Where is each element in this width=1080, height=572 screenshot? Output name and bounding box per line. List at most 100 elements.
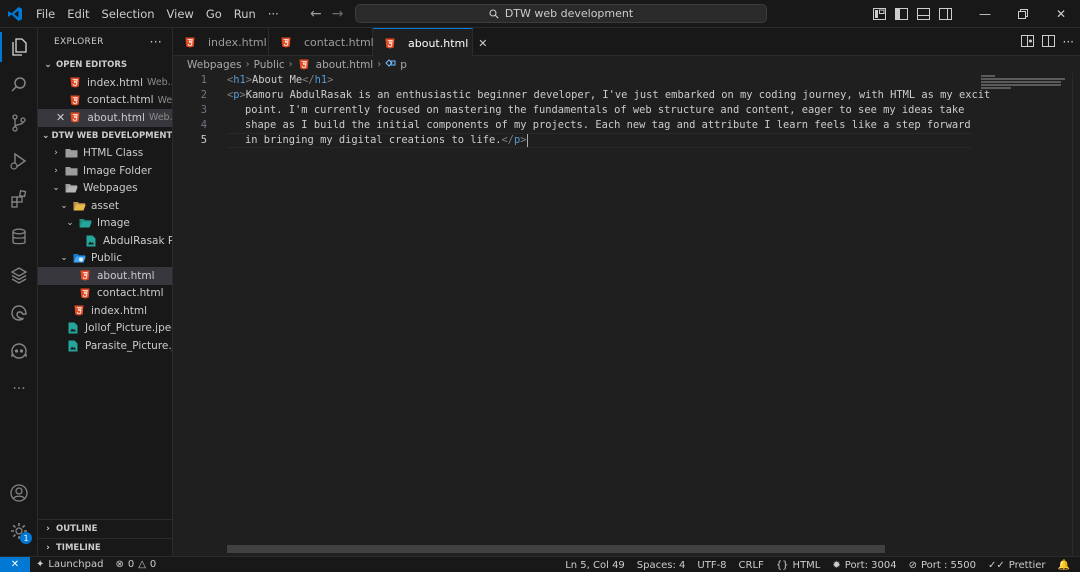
prettier-item[interactable]: ✓✓ Prettier <box>982 557 1052 572</box>
command-center-search[interactable]: DTW web development <box>355 4 767 23</box>
account-icon[interactable] <box>0 474 38 512</box>
encoding[interactable]: UTF-8 <box>691 557 732 572</box>
code-content: <p>Kamoru AbdulRasak is an enthusiastic … <box>227 89 991 101</box>
tab-index-html[interactable]: index.html <box>173 28 269 56</box>
launchpad-item[interactable]: ✦ Launchpad <box>30 557 109 572</box>
status-bar: ✕ ✦ Launchpad ⊗ 0 △ 0 Ln 5, Col 49 Space… <box>0 556 1080 572</box>
menu-run[interactable]: Run <box>228 0 262 28</box>
toggle-primary-sidebar-icon[interactable] <box>890 0 912 28</box>
forward-arrow-icon[interactable]: → <box>332 6 344 22</box>
html-file-icon <box>279 35 293 49</box>
port-3004-item[interactable]: ✹ Port: 3004 <box>826 557 902 572</box>
extensions-icon[interactable] <box>0 180 38 218</box>
remote-indicator-icon[interactable]: ✕ <box>0 556 30 572</box>
tree-folder-public[interactable]: ⌄ Public <box>38 250 172 268</box>
tree-file-contact-html[interactable]: contact.html <box>38 285 172 303</box>
tree-folder-image-folder[interactable]: › Image Folder <box>38 162 172 180</box>
source-control-icon[interactable] <box>0 104 38 142</box>
menu-edit[interactable]: Edit <box>61 0 95 28</box>
html-file-icon <box>78 286 92 300</box>
open-editor-item[interactable]: contact.html We... <box>38 92 172 110</box>
search-icon[interactable] <box>0 66 38 104</box>
error-icon: ⊗ <box>115 559 124 570</box>
explorer-icon[interactable] <box>0 28 38 66</box>
open-preview-icon[interactable] <box>1020 34 1034 50</box>
toggle-secondary-sidebar-icon[interactable] <box>934 0 956 28</box>
chevron-down-icon: ⌄ <box>66 218 74 229</box>
menu-view[interactable]: View <box>161 0 200 28</box>
menu-selection[interactable]: Selection <box>96 0 161 28</box>
warning-icon: △ <box>138 559 146 570</box>
close-window-icon[interactable]: ✕ <box>1042 0 1080 28</box>
cursor-position[interactable]: Ln 5, Col 49 <box>559 557 631 572</box>
end-of-line[interactable]: CRLF <box>733 557 770 572</box>
problems-item[interactable]: ⊗ 0 △ 0 <box>109 557 162 572</box>
tab-contact-html[interactable]: contact.html <box>269 28 374 56</box>
edge-browser-icon[interactable] <box>0 294 38 332</box>
explorer-more-icon[interactable]: ··· <box>150 35 162 49</box>
breadcrumb-p-element[interactable]: p <box>400 59 407 71</box>
tab-about-html[interactable]: about.html ✕ <box>373 28 488 57</box>
tree-file-about-html[interactable]: about.html <box>38 267 172 285</box>
tree-folder-asset[interactable]: ⌄ asset <box>38 197 172 215</box>
open-editor-item[interactable]: index.html Web... <box>38 74 172 92</box>
vscode-logo-icon <box>0 0 30 28</box>
indentation[interactable]: Spaces: 4 <box>631 557 692 572</box>
editor-tab-bar: index.html contact.html about.html ✕ ··· <box>173 28 1080 57</box>
open-editors-header[interactable]: ⌄ OPEN EDITORS <box>38 56 172 74</box>
tree-file-abdulrasak-picture[interactable]: AbdulRasak P... <box>38 232 172 250</box>
outline-header[interactable]: › OUTLINE <box>38 520 173 538</box>
language-mode[interactable]: {} HTML <box>770 557 827 572</box>
menu-file[interactable]: File <box>30 0 61 28</box>
breadcrumb-public[interactable]: Public <box>254 59 285 71</box>
code-content: in bringing my digital creations to life… <box>245 133 528 147</box>
tree-file-jollof-picture[interactable]: Jollof_Picture.jpeg <box>38 320 172 338</box>
back-arrow-icon[interactable]: ← <box>310 6 322 22</box>
code-editor[interactable]: 1 <h1>About Me</h1> 2 <p>Kamoru AbdulRas… <box>173 73 1080 556</box>
stack-layers-icon[interactable] <box>0 256 38 294</box>
chevron-down-icon: ⌄ <box>60 200 68 211</box>
search-icon <box>489 8 499 19</box>
vertical-scrollbar[interactable] <box>1072 73 1080 556</box>
tree-folder-html-class[interactable]: › HTML Class <box>38 145 172 163</box>
minimap[interactable] <box>981 73 1071 133</box>
activity-bar: ··· 1 <box>0 28 38 556</box>
breadcrumb-about-html[interactable]: about.html <box>316 59 374 71</box>
run-debug-icon[interactable] <box>0 142 38 180</box>
sidebar-bottom-sections: › OUTLINE › TIMELINE <box>38 519 173 556</box>
database-icon[interactable] <box>0 218 38 256</box>
project-folder-header[interactable]: ⌄ DTW WEB DEVELOPMENT <box>38 127 172 145</box>
timeline-header[interactable]: › TIMELINE <box>38 538 173 556</box>
minimize-icon[interactable]: — <box>966 0 1004 28</box>
breadcrumb-webpages[interactable]: Webpages <box>187 59 242 71</box>
tree-folder-webpages[interactable]: ⌄ Webpages <box>38 180 172 198</box>
customize-layout-icon[interactable] <box>868 0 890 28</box>
explorer-header: EXPLORER ··· <box>38 28 172 56</box>
tree-folder-image[interactable]: ⌄ Image <box>38 215 172 233</box>
line-number: 3 <box>200 104 207 116</box>
line-number: 2 <box>200 89 207 101</box>
split-editor-icon[interactable] <box>1041 34 1055 50</box>
more-actions-icon[interactable]: ··· <box>1063 35 1074 49</box>
chevron-down-icon: ⌄ <box>52 183 60 194</box>
html-file-icon <box>68 93 82 107</box>
toggle-panel-icon[interactable] <box>912 0 934 28</box>
tree-file-parasite-picture[interactable]: Parasite_Picture.jp... <box>38 337 172 355</box>
folder-open-icon <box>64 181 78 195</box>
horizontal-scrollbar[interactable] <box>227 545 885 553</box>
more-views-icon[interactable]: ··· <box>0 370 38 408</box>
live-server-port-item[interactable]: ⊘ Port : 5500 <box>903 557 982 572</box>
html-file-icon <box>78 269 92 283</box>
close-icon[interactable]: ✕ <box>56 111 65 124</box>
manage-gear-icon[interactable]: 1 <box>0 512 38 550</box>
menu-more[interactable]: ··· <box>262 0 285 28</box>
open-editor-item-active[interactable]: ✕ about.html Web... <box>38 109 172 127</box>
tree-file-index-html[interactable]: index.html <box>38 302 172 320</box>
notifications-bell-icon[interactable]: 🔔 <box>1052 557 1076 572</box>
menu-go[interactable]: Go <box>200 0 228 28</box>
close-tab-icon[interactable]: ✕ <box>478 37 487 50</box>
breadcrumb: Webpages › Public › about.html › p <box>173 56 1080 73</box>
restore-icon[interactable] <box>1004 0 1042 28</box>
html-file-icon <box>72 304 86 318</box>
copilot-icon[interactable] <box>0 332 38 370</box>
